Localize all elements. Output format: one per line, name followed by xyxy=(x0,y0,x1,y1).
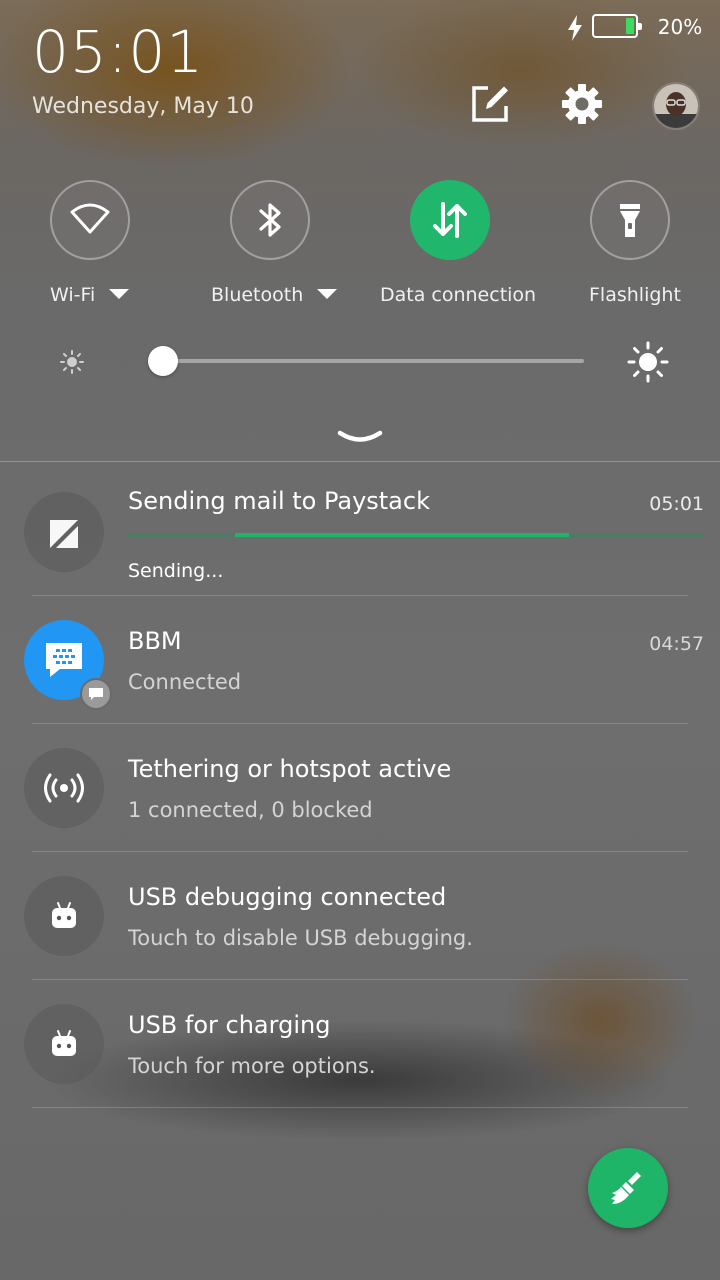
wifi-icon xyxy=(70,203,110,234)
charging-bolt-icon xyxy=(568,15,582,41)
android-robot-icon xyxy=(52,902,76,928)
notification-separator xyxy=(32,979,688,980)
notification-separator xyxy=(32,851,688,852)
notification-title: Sending mail to Paystack xyxy=(128,487,430,515)
notification-separator xyxy=(32,723,688,724)
clock-date: Wednesday, May 10 xyxy=(32,94,254,119)
sending-progress-bar xyxy=(128,533,704,537)
avatar-photo xyxy=(654,84,698,128)
android-robot-icon xyxy=(52,1030,76,1056)
bluetooth-toggle-label[interactable]: Bluetooth xyxy=(211,282,338,308)
data-arrows-icon xyxy=(433,202,467,238)
data-connection-label: Data connection xyxy=(380,284,537,306)
flashlight-icon xyxy=(620,204,640,237)
notification-title: Tethering or hotspot active xyxy=(128,755,452,783)
hotspot-icon xyxy=(44,773,84,803)
broom-icon xyxy=(611,1172,641,1204)
clear-all-button[interactable] xyxy=(588,1148,668,1228)
notification-hotspot[interactable] xyxy=(0,732,720,850)
bluetooth-toggle[interactable] xyxy=(230,180,310,260)
expand-panel-chevron-icon[interactable] xyxy=(336,426,384,448)
notification-title: USB debugging connected xyxy=(128,883,447,911)
android-app-icon xyxy=(24,876,104,956)
settings-gear-icon[interactable] xyxy=(558,80,606,128)
battery-level-fill xyxy=(625,18,634,34)
battery-percent: 20% xyxy=(657,15,703,39)
notification-subtitle: Connected xyxy=(128,670,242,694)
brightness-slider-track[interactable] xyxy=(150,359,584,363)
android-app-icon xyxy=(24,1004,104,1084)
brightness-slider-handle[interactable] xyxy=(148,346,179,376)
edit-icon[interactable] xyxy=(466,80,514,128)
bbm-chat-icon xyxy=(46,643,82,677)
brightness-low-icon xyxy=(60,350,84,374)
mail-app-icon xyxy=(24,492,104,572)
notification-time: 05:01 xyxy=(649,493,704,515)
notification-separator xyxy=(32,1107,688,1108)
flashlight-label: Flashlight xyxy=(589,284,681,306)
notification-subtitle: Touch for more options. xyxy=(128,1054,376,1078)
notification-title: USB for charging xyxy=(128,1011,331,1039)
clock-time: 05:01 xyxy=(32,18,205,86)
battery-icon xyxy=(592,14,642,38)
sending-progress-fill xyxy=(234,533,569,537)
chevron-down-icon[interactable] xyxy=(109,288,130,299)
wifi-toggle[interactable] xyxy=(50,180,130,260)
hotspot-app-icon xyxy=(24,748,104,828)
notification-subtitle: Sending... xyxy=(128,560,224,582)
chevron-down-icon[interactable] xyxy=(317,288,338,299)
notification-title: BBM xyxy=(128,627,182,655)
wifi-label-text: Wi-Fi xyxy=(50,284,96,306)
bluetooth-icon xyxy=(259,203,281,237)
notification-subtitle: 1 connected, 0 blocked xyxy=(128,798,373,822)
notification-usb-debugging[interactable] xyxy=(0,860,720,978)
wifi-toggle-label[interactable]: Wi-Fi xyxy=(50,282,130,308)
mail-logo-icon xyxy=(50,520,78,548)
panel-divider xyxy=(0,461,720,462)
bbm-badge-icon xyxy=(80,678,112,710)
notification-separator xyxy=(32,595,688,596)
flashlight-toggle[interactable] xyxy=(590,180,670,260)
bluetooth-label-text: Bluetooth xyxy=(211,284,304,306)
avatar[interactable] xyxy=(652,82,700,130)
notification-usb-charging[interactable] xyxy=(0,988,720,1106)
notification-time: 04:57 xyxy=(649,633,704,655)
notification-subtitle: Touch to disable USB debugging. xyxy=(128,926,473,950)
data-connection-toggle[interactable] xyxy=(410,180,490,260)
brightness-high-icon xyxy=(627,341,669,383)
